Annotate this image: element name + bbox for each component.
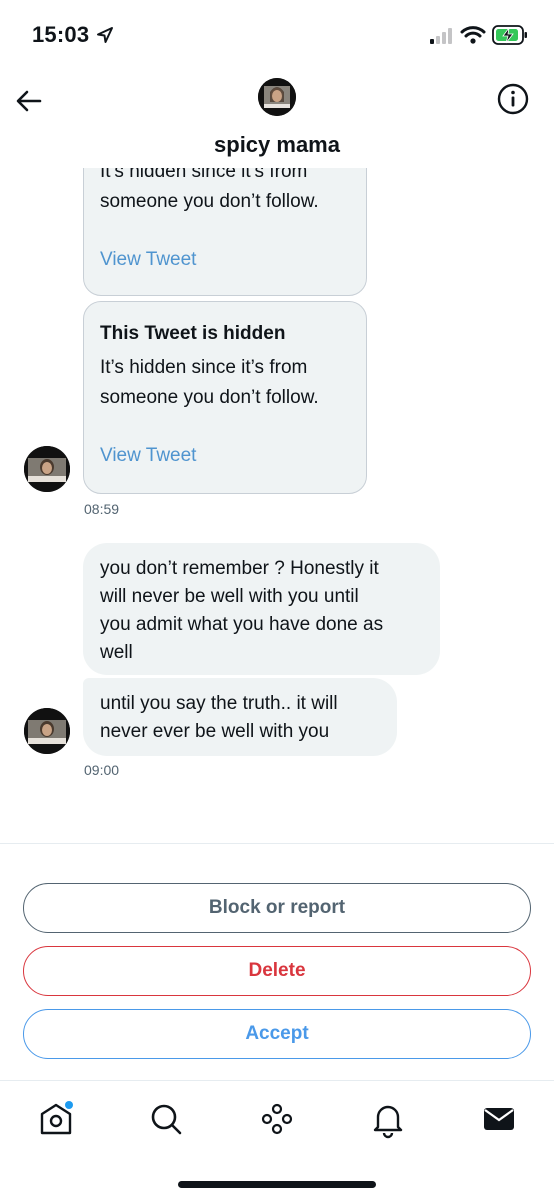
message-line: well [100, 642, 133, 663]
arrow-left-icon[interactable] [14, 86, 44, 116]
message-line: you admit what you have done as [100, 614, 384, 635]
info-circle-icon[interactable] [496, 82, 530, 116]
avatar-photo [24, 446, 70, 492]
view-tweet-link[interactable]: View Tweet [100, 247, 350, 273]
block-or-report-button[interactable]: Block or report [23, 883, 531, 933]
search-icon[interactable] [146, 1099, 186, 1139]
message-line: never ever be well with you [100, 721, 330, 742]
battery-charging-icon [492, 25, 527, 45]
avatar-photo [24, 708, 70, 754]
contact-name: spicy mama [0, 132, 554, 158]
message-timestamp: 09:00 [84, 762, 120, 778]
wifi-icon [460, 26, 486, 44]
signal-icon [430, 28, 452, 44]
card-body-line: someone you don’t follow. [100, 191, 319, 212]
sender-avatar[interactable] [24, 446, 70, 492]
status-time: 15:03 [32, 22, 90, 47]
message-timestamp: 08:59 [84, 501, 120, 517]
card-body-line: It’s hidden since it’s from [100, 357, 308, 378]
bell-icon[interactable] [368, 1099, 408, 1139]
home-indicator [178, 1181, 376, 1188]
card-title: This Tweet is hidden [100, 323, 286, 344]
hidden-tweet-card: It’s hidden since it’s from someone you … [83, 168, 367, 296]
notification-dot [65, 1101, 73, 1109]
message-bubble[interactable]: until you say the truth.. it will never … [83, 678, 397, 756]
location-arrow-icon [97, 27, 113, 43]
spaces-icon[interactable] [257, 1099, 297, 1139]
view-tweet-link[interactable]: View Tweet [100, 443, 350, 469]
hidden-tweet-card: This Tweet is hidden It’s hidden since i… [83, 301, 367, 494]
accept-button[interactable]: Accept [23, 1009, 531, 1059]
message-line: will never be well with you until [100, 586, 359, 607]
contact-avatar[interactable] [258, 78, 296, 116]
message-bubble[interactable]: you don’t remember ? Honestly it will ne… [83, 543, 440, 675]
conversation-header: spicy mama [0, 60, 554, 168]
sender-avatar[interactable] [24, 708, 70, 754]
home-icon[interactable] [36, 1099, 76, 1139]
envelope-icon[interactable] [479, 1099, 519, 1139]
message-line: you don’t remember ? Honestly it [100, 558, 379, 579]
message-line: until you say the truth.. it will [100, 693, 338, 714]
avatar-photo [258, 78, 296, 116]
contact-name-text: spicy mama [214, 132, 340, 157]
divider [0, 843, 554, 844]
card-body-line: It’s hidden since it’s from [100, 168, 308, 182]
card-body-line: someone you don’t follow. [100, 387, 319, 408]
message-list[interactable]: It’s hidden since it’s from someone you … [0, 168, 554, 843]
delete-button[interactable]: Delete [23, 946, 531, 996]
